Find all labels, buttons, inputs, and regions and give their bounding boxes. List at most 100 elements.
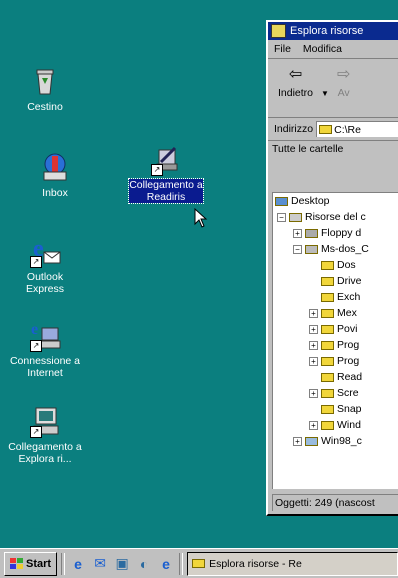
folder-icon: [321, 356, 334, 366]
desktop-icon-explorer-shortcut[interactable]: ↗ Collegamento a Explora ri...: [4, 404, 86, 465]
tree-item-folder[interactable]: + Wind: [309, 417, 361, 433]
menu-bar: File Modifica: [268, 40, 398, 59]
folder-icon: [321, 420, 334, 430]
start-button[interactable]: Start: [4, 551, 58, 576]
back-dropdown-icon[interactable]: ▼: [321, 89, 329, 98]
tree-item-label: Read: [337, 371, 363, 383]
address-bar: Indirizzo C:\Re: [268, 118, 398, 141]
expand-toggle[interactable]: +: [309, 340, 318, 350]
desktop-icon-inbox[interactable]: Inbox: [16, 150, 94, 199]
browser-quicklaunch-icon[interactable]: e: [157, 555, 175, 573]
folder-icon: [321, 324, 334, 334]
tree-item-label: Ms-dos_C: [321, 243, 369, 255]
tree-item-folder[interactable]: Dos: [321, 257, 356, 273]
recycle-bin-icon: [28, 64, 62, 98]
open-folder-icon: [321, 372, 334, 382]
tree-item-folder[interactable]: + Prog: [309, 353, 359, 369]
desktop-icon: [275, 196, 288, 206]
address-input[interactable]: C:\Re: [316, 121, 398, 137]
tree-item-label: Prog: [337, 355, 360, 367]
collapse-toggle[interactable]: −: [277, 212, 286, 222]
expand-toggle[interactable]: +: [309, 420, 318, 430]
tree-item-folder[interactable]: Exch: [321, 289, 360, 305]
task-label: Esplora risorse - Re: [209, 557, 302, 570]
tree-item-my-computer[interactable]: − Risorse del c: [277, 209, 366, 225]
taskbar-separator: [61, 552, 66, 575]
explorer-task-icon: [192, 559, 206, 568]
tree-item-folder[interactable]: + Mex: [309, 305, 357, 321]
explorer-window[interactable]: Esplora risorse File Modifica ⇦ Indietro…: [266, 20, 398, 516]
desktop-icon-label: Inbox: [42, 187, 68, 199]
tree-item-label: Floppy d: [321, 227, 362, 239]
tree-item-label: Drive: [337, 275, 362, 287]
outlook-express-icon: e ↗: [28, 234, 62, 268]
folder-icon: [321, 340, 334, 350]
folders-pane-header: Tutte le cartelle: [268, 141, 398, 157]
expand-toggle[interactable]: +: [309, 388, 318, 398]
tree-item-drive-c[interactable]: − Ms-dos_C: [293, 241, 369, 257]
folder-icon: [321, 404, 334, 414]
tree-item-folder[interactable]: + Prog: [309, 337, 359, 353]
folder-icon: [321, 260, 334, 270]
collapse-toggle[interactable]: −: [293, 244, 302, 254]
taskbar-button-explorer[interactable]: Esplora risorse - Re: [187, 551, 398, 576]
folder-icon: [321, 276, 334, 286]
folder-icon: [321, 292, 334, 302]
status-text: Oggetti: 249 (nascost: [275, 497, 375, 509]
taskbar-separator: [179, 552, 184, 575]
tree-item-label: Prog: [337, 339, 360, 351]
tree-item-folder[interactable]: Snap: [321, 401, 362, 417]
tree-item-floppy[interactable]: + Floppy d: [293, 225, 361, 241]
expand-toggle[interactable]: +: [309, 308, 318, 318]
window-title: Esplora risorse: [290, 25, 364, 37]
menu-file[interactable]: File: [274, 43, 291, 55]
expand-toggle[interactable]: +: [293, 228, 302, 238]
forward-button[interactable]: ⇨ Av: [336, 66, 351, 100]
shortcut-arrow-icon: ↗: [30, 340, 42, 352]
tree-item-folder[interactable]: + Povi: [309, 321, 357, 337]
folder-icon: [321, 388, 334, 398]
svg-text:e: e: [31, 321, 38, 338]
tree-item-label: Dos: [337, 259, 356, 271]
shortcut-arrow-icon: ↗: [30, 426, 42, 438]
windows-logo-icon: [10, 558, 23, 569]
tree-item-desktop[interactable]: Desktop: [275, 193, 330, 209]
taskbar: Start e ✉ ▣ ◐ e Esplora risorse - Re: [0, 548, 398, 578]
forward-label: Av: [337, 87, 350, 99]
tree-item-drive[interactable]: + Win98_c: [293, 433, 362, 449]
window-titlebar[interactable]: Esplora risorse: [268, 22, 398, 40]
status-bar: Oggetti: 249 (nascost: [272, 494, 398, 511]
show-desktop-quicklaunch-icon[interactable]: ▣: [113, 555, 131, 573]
expand-toggle[interactable]: +: [309, 356, 318, 366]
desktop-icon-recycle-bin[interactable]: Cestino: [6, 64, 84, 113]
tree-item-label: Snap: [337, 403, 362, 415]
address-value: C:\Re: [334, 123, 361, 136]
channels-quicklaunch-icon[interactable]: ◐: [135, 555, 153, 573]
start-label: Start: [26, 557, 52, 570]
desktop-icon-outlook-express[interactable]: e ↗ Outlook Express: [6, 234, 84, 295]
expand-toggle[interactable]: +: [293, 436, 302, 446]
desktop-icon-label: Collegamento a Readiris: [128, 178, 204, 204]
inbox-icon: [38, 150, 72, 184]
internet-connection-icon: e ↗: [28, 318, 62, 352]
tree-item-folder[interactable]: + Scre: [309, 385, 359, 401]
computer-icon: [289, 212, 302, 222]
outlook-quicklaunch-icon[interactable]: ✉: [91, 555, 109, 573]
menu-edit[interactable]: Modifica: [303, 43, 342, 55]
folder-tree[interactable]: Desktop − Risorse del c + Floppy d − Ms-…: [272, 192, 398, 489]
folder-icon: [321, 308, 334, 318]
expand-toggle[interactable]: +: [309, 324, 318, 334]
shortcut-arrow-icon: ↗: [151, 164, 163, 176]
forward-arrow-icon: ⇨: [336, 66, 351, 83]
tree-item-label: Mex: [337, 307, 357, 319]
tree-item-folder[interactable]: Drive: [321, 273, 362, 289]
tree-item-folder-open[interactable]: Read: [321, 369, 362, 385]
pane-title: Tutte le cartelle: [272, 143, 344, 155]
desktop-icon-internet-connection[interactable]: e ↗ Connessione a Internet: [2, 318, 88, 379]
mouse-cursor-icon: [194, 207, 208, 231]
internet-explorer-quicklaunch-icon[interactable]: e: [69, 555, 87, 573]
tree-item-label: Povi: [337, 323, 358, 335]
back-button[interactable]: ⇦ Indietro: [278, 67, 313, 100]
tree-item-label: Risorse del c: [305, 211, 366, 223]
desktop-icon-readiris-shortcut[interactable]: ↗ Collegamento a Readiris: [124, 142, 208, 204]
